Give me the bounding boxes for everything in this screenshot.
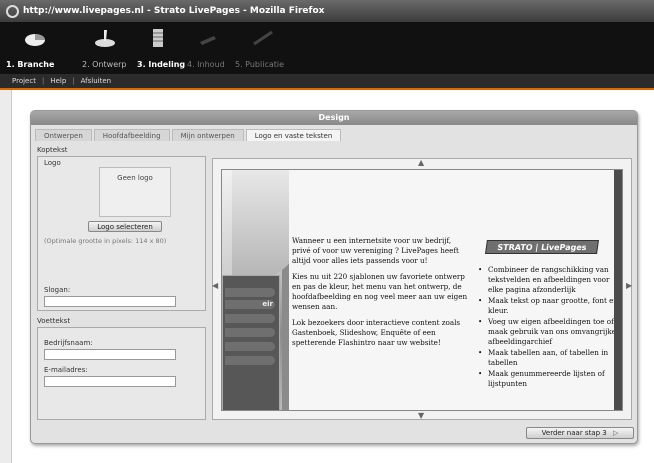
menu-separator: |	[72, 77, 75, 85]
chevron-right-icon: ▷	[612, 429, 619, 437]
header-section-label: Koptekst	[37, 146, 68, 154]
email-label: E-mailadres:	[44, 366, 88, 374]
firefox-icon	[6, 4, 19, 18]
layout-icon	[153, 29, 163, 47]
edit-icon	[200, 36, 216, 45]
tab-ontwerpen[interactable]: Ontwerpen	[35, 129, 92, 141]
list-item: Maak genummereerde lijsten of lijstpunte…	[478, 369, 622, 389]
step-label: 4. Inhoud	[187, 60, 225, 69]
step-inhoud[interactable]: 4. Inhoud	[183, 22, 233, 74]
design-panel: Design Ontwerpen Hoofdafbeelding Mijn on…	[30, 110, 638, 444]
preview-paragraph: Wanneer u een internetsite voor uw bedri…	[292, 236, 459, 265]
paint-brush-icon	[95, 30, 115, 47]
logo-size-hint: (Optimale grootte in pixels: 114 x 80)	[44, 237, 167, 245]
slogan-label: Slogan:	[44, 286, 71, 294]
preview-paragraph: Kies nu uit 220 sjablonen uw favoriete o…	[292, 272, 468, 311]
arrow-down-icon[interactable]: ▼	[418, 411, 424, 420]
feature-list: Combineer de rangschikking van tekstveld…	[478, 265, 622, 390]
arrow-left-icon[interactable]: ◀	[212, 281, 218, 290]
step-label: 3. Indeling	[137, 60, 186, 69]
window-titlebar: http://www.livepages.nl - Strato LivePag…	[0, 0, 654, 22]
globe-icon	[253, 30, 273, 46]
list-item: Voeg uw eigen afbeeldingen toe of maak g…	[478, 317, 622, 347]
template-edge	[614, 170, 622, 410]
next-step-label: Verder naar stap 3	[541, 429, 607, 437]
company-label: Bedrijfsnaam:	[44, 339, 93, 347]
pie-icon	[25, 34, 45, 46]
step-branche[interactable]: 1. Branche	[6, 22, 60, 74]
tab-hoofdafbeelding[interactable]: Hoofdafbeelding	[93, 129, 170, 141]
template-text-column: Wanneer u een internetsite voor uw bedri…	[289, 170, 474, 410]
nav-item	[225, 328, 275, 337]
preview-canvas: eir Wanneer u een internetsite voor uw b…	[221, 169, 623, 411]
step-label: 2. Ontwerp	[82, 60, 127, 69]
arrow-right-icon[interactable]: ▶	[626, 281, 632, 290]
company-input[interactable]	[44, 349, 176, 360]
menu-help[interactable]: Help	[50, 77, 66, 85]
nav-item	[225, 314, 275, 323]
logo-placeholder: Geen logo	[117, 174, 153, 182]
email-input[interactable]	[44, 376, 176, 387]
strato-livepages-logo: STRATO | LivePages	[485, 240, 599, 254]
step-publicatie[interactable]: 5. Publicatie	[233, 22, 293, 74]
list-item: Maak tekst op naar grootte, font en kleu…	[478, 296, 622, 316]
nav-item	[225, 342, 275, 351]
arrow-up-icon[interactable]: ▲	[418, 158, 424, 167]
footer-section: Bedrijfsnaam: E-mailadres:	[37, 327, 206, 420]
logo-label: Logo	[44, 159, 61, 167]
list-item: Combineer de rangschikking van tekstveld…	[478, 265, 622, 295]
step-label: 5. Publicatie	[235, 60, 285, 69]
template-side-column: STRATO | LivePages Combineer de rangschi…	[474, 170, 622, 410]
menu-bar: Project | Help | Afsluiten	[0, 74, 654, 88]
step-label: 1. Branche	[6, 60, 55, 69]
logo-preview: Geen logo	[99, 167, 171, 217]
tab-mijn-ontwerpen[interactable]: Mijn ontwerpen	[171, 129, 244, 141]
template-preview: ▲ ◀ ▶ ▼ eir Wanneer u een internetsite v…	[212, 158, 632, 420]
footer-section-label: Voettekst	[37, 317, 71, 325]
step-ontwerp[interactable]: 2. Ontwerp	[80, 22, 130, 74]
select-logo-button[interactable]: Logo selecteren	[88, 221, 162, 232]
nav-item	[225, 356, 275, 365]
slogan-input[interactable]	[44, 296, 176, 307]
template-nav: eir	[222, 275, 280, 410]
next-step-button[interactable]: Verder naar stap 3 ▷	[526, 427, 634, 439]
preview-paragraph: Lok bezoekers door interactieve content …	[292, 318, 461, 347]
step-navigation: 1. Branche 2. Ontwerp 3. Indeling 4. Inh…	[0, 22, 654, 74]
step-indeling[interactable]: 3. Indeling	[133, 22, 186, 74]
panel-title: Design	[31, 111, 637, 125]
nav-item: eir	[225, 300, 275, 309]
menu-separator: |	[41, 77, 45, 85]
left-gutter	[0, 90, 12, 463]
menu-exit[interactable]: Afsluiten	[81, 77, 111, 85]
nav-item	[225, 288, 275, 297]
tab-logo-en-vaste-teksten[interactable]: Logo en vaste teksten	[245, 129, 342, 141]
list-item: Maak tabellen aan, of tabellen in tabell…	[478, 348, 622, 368]
window-title: http://www.livepages.nl - Strato LivePag…	[23, 6, 325, 16]
header-section: Logo Geen logo Logo selecteren (Optimale…	[37, 156, 206, 311]
tab-bar: Ontwerpen Hoofdafbeelding Mijn ontwerpen…	[35, 129, 343, 141]
menu-project[interactable]: Project	[12, 77, 36, 85]
